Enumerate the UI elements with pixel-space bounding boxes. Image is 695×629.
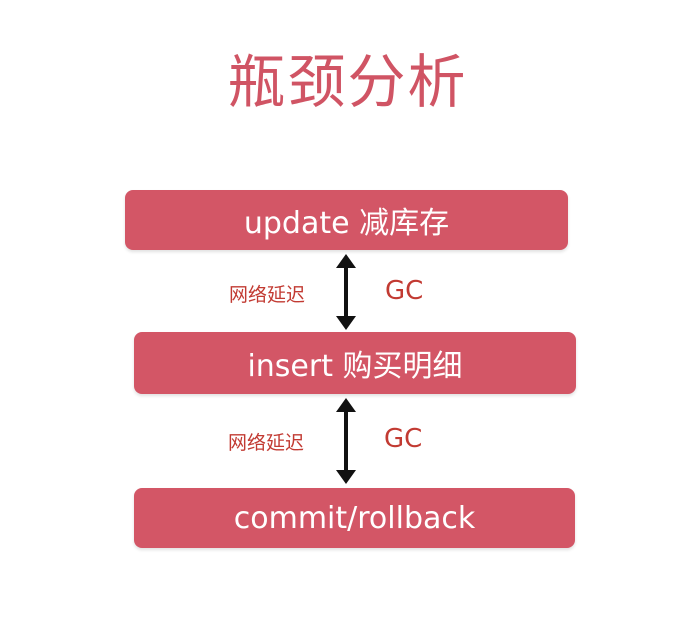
step-update-box: update 减库存 [125, 190, 568, 250]
step-commit-label: commit/rollback [233, 500, 476, 536]
step-commit-box: commit/rollback [134, 488, 575, 548]
step-update-label: update 减库存 [243, 206, 450, 241]
step-insert-box: insert 购买明细 [134, 332, 576, 394]
network-latency-label: 网络延迟 [229, 284, 306, 306]
double-arrow-icon [336, 398, 356, 484]
double-arrow-icon [336, 254, 356, 330]
step-insert-label: insert 购买明细 [247, 349, 463, 384]
gc-label: GC [385, 276, 424, 306]
gc-label: GC [384, 424, 423, 454]
page-title: 瓶颈分析 [227, 48, 468, 116]
network-latency-label: 网络延迟 [228, 432, 305, 454]
